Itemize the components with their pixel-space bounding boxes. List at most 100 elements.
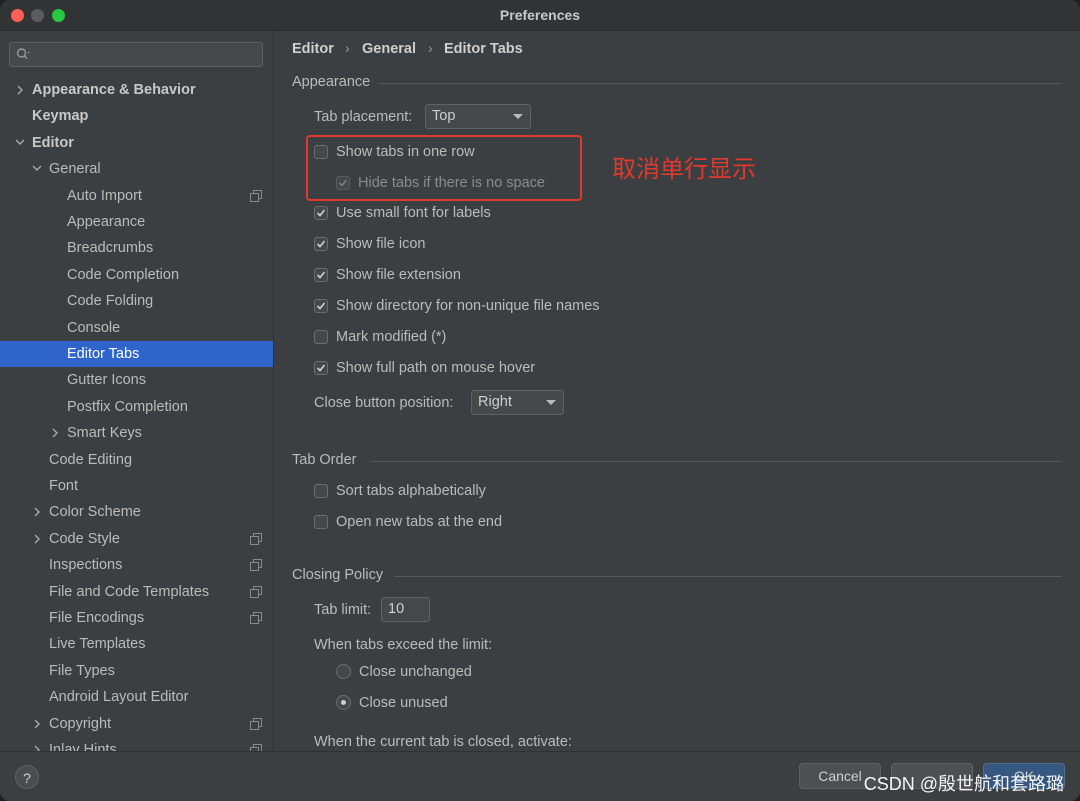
sidebar-item-label: Inlay Hints [49,742,117,751]
sidebar-item-label: Inspections [49,557,123,574]
tab-limit-label: Tab limit: [314,602,372,618]
sidebar-item-label: Code Folding [67,293,154,310]
sidebar-item[interactable]: Code Folding [0,288,273,314]
tab-order-section-title: Tab Order [292,452,357,468]
sidebar-item[interactable]: Copyright [0,711,273,737]
annotation-text: 取消单行显示 [612,156,756,183]
chevron-right-icon[interactable] [31,737,43,751]
sidebar-item[interactable]: File Types [0,658,273,684]
checkmark-icon [316,271,326,279]
sidebar-item[interactable]: Auto Import [0,183,273,209]
sort-alphabetically-label: Sort tabs alphabetically [336,483,486,499]
settings-search-input[interactable] [9,42,263,67]
checkmark-icon [316,209,326,217]
sidebar-item-label: Gutter Icons [67,372,146,389]
close-unchanged-radio[interactable] [336,664,351,679]
preferences-window: Preferences Appearance & Behavior Keymap E… [0,0,1080,801]
show-full-path-checkbox[interactable] [314,361,328,375]
sidebar-item[interactable]: Appearance [0,209,273,235]
sort-alphabetically-checkbox[interactable] [314,484,328,498]
sidebar-item-label: Auto Import [67,187,142,204]
chevron-right-icon[interactable] [49,420,61,446]
close-unchanged-label: Close unchanged [359,664,472,680]
sidebar-item[interactable]: Live Templates [0,631,273,657]
tab-limit-input[interactable]: 10 [381,597,430,622]
breadcrumb-item[interactable]: Editor [292,41,334,57]
chevron-right-icon[interactable] [14,77,26,103]
sidebar-item[interactable]: Font [0,473,273,499]
open-at-end-label: Open new tabs at the end [336,514,503,530]
tab-placement-value: Top [432,108,456,124]
mark-modified-label: Mark modified (*) [336,329,447,345]
sidebar-item[interactable]: Breadcrumbs [0,235,273,261]
breadcrumb-separator: › [345,40,350,56]
sidebar-item[interactable]: Keymap [0,103,273,129]
exceed-limit-label: When tabs exceed the limit: [314,637,493,653]
sidebar-item[interactable]: Color Scheme [0,499,273,525]
project-scope-icon [250,189,262,202]
sidebar-item[interactable]: Gutter Icons [0,367,273,393]
chevron-down-icon [546,400,556,405]
project-scope-icon [250,744,262,751]
title-bar: Preferences [0,0,1080,31]
close-button-position-label: Close button position: [314,395,454,411]
close-unused-label: Close unused [359,695,448,711]
sidebar-item[interactable]: File Encodings [0,605,273,631]
sidebar-item-label: Breadcrumbs [67,240,154,257]
checkmark-icon [316,364,326,372]
sidebar-item-label: Appearance & Behavior [32,82,196,98]
appearance-section-title: Appearance [292,74,371,90]
sidebar-item[interactable]: Inlay Hints [0,737,273,751]
sidebar-item-label: Postfix Completion [67,398,188,415]
breadcrumb-item[interactable]: General [362,41,416,57]
sidebar-item[interactable]: Editor Tabs [0,341,273,367]
small-font-checkbox[interactable] [314,206,328,220]
sidebar-item[interactable]: Console [0,315,273,341]
show-file-extension-checkbox[interactable] [314,268,328,282]
checkmark-icon [316,240,326,248]
tab-placement-dropdown[interactable]: Top [425,104,531,129]
sidebar-item-label: Appearance [67,214,146,230]
close-button-position-dropdown[interactable]: Right [471,390,564,415]
show-directory-checkbox[interactable] [314,299,328,313]
mark-modified-checkbox[interactable] [314,330,328,344]
project-scope-icon [250,585,262,598]
checkmark-icon [316,302,326,310]
sidebar-item-label: Console [67,319,121,336]
watermark: CSDN @殷世航和套路璐 [863,774,1064,794]
sidebar-item[interactable]: General [0,156,273,182]
radio-selected-dot [341,700,346,705]
chevron-right-icon[interactable] [31,499,43,525]
chevron-down-icon[interactable] [14,130,26,156]
help-button[interactable]: ? [15,765,39,789]
sidebar-item[interactable]: Code Completion [0,262,273,288]
sidebar-item[interactable]: Android Layout Editor [0,684,273,710]
section-divider [394,576,1062,577]
sidebar-item-label: Font [49,478,79,494]
chevron-down-icon [513,114,523,119]
open-at-end-checkbox[interactable] [314,515,328,529]
sidebar-item[interactable]: Appearance & Behavior [0,77,273,103]
show-file-icon-checkbox[interactable] [314,237,328,251]
sidebar-item[interactable]: Code Style [0,526,273,552]
sidebar-item[interactable]: Inspections [0,552,273,578]
annotation-highlight-box [306,135,582,201]
section-divider [370,461,1062,462]
close-unused-radio[interactable] [336,695,351,710]
show-file-extension-label: Show file extension [336,267,461,283]
sidebar-item[interactable]: Smart Keys [0,420,273,446]
sidebar-item-label: Code Style [49,530,120,547]
show-full-path-label: Show full path on mouse hover [336,360,536,376]
breadcrumb-separator: › [428,40,433,56]
breadcrumb-item: Editor Tabs [444,41,523,57]
chevron-right-icon[interactable] [31,526,43,552]
chevron-down-icon[interactable] [31,156,43,182]
sidebar-item-label: Live Templates [49,636,146,653]
sidebar-item[interactable]: File and Code Templates [0,579,273,605]
sidebar-item-label: Editor [32,134,74,151]
sidebar-item[interactable]: Postfix Completion [0,394,273,420]
sidebar-item[interactable]: Code Editing [0,447,273,473]
chevron-right-icon[interactable] [31,711,43,737]
project-scope-icon [250,717,262,730]
sidebar-item[interactable]: Editor [0,130,273,156]
